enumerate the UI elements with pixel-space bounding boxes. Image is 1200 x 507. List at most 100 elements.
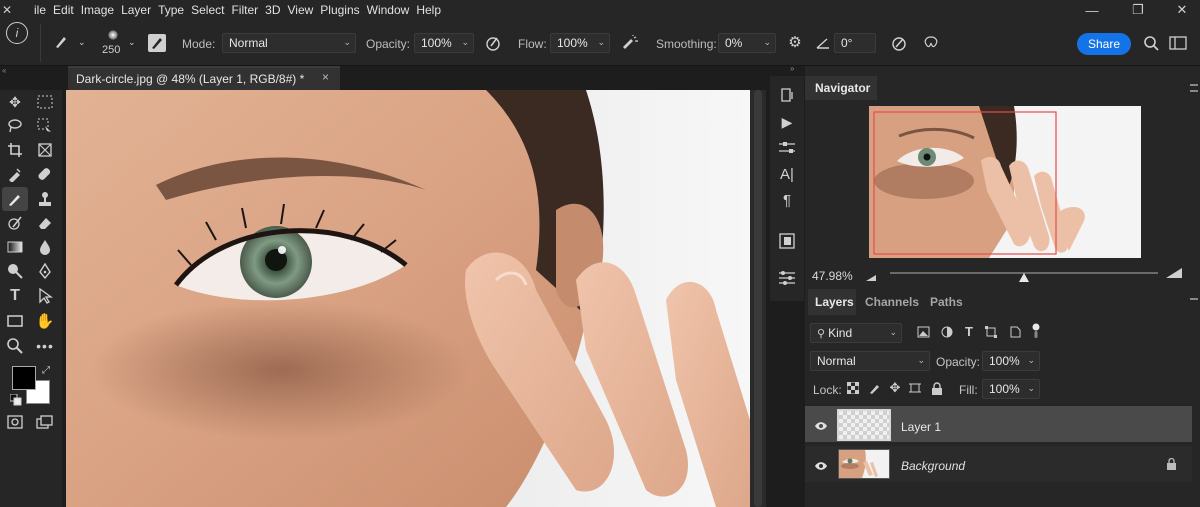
search-icon[interactable]: [1142, 35, 1160, 53]
play-actions-icon[interactable]: ▶: [778, 114, 796, 132]
lasso-tool-icon[interactable]: [4, 116, 26, 136]
lock-artboard-icon[interactable]: [908, 382, 922, 396]
restore-icon[interactable]: ❐: [1120, 0, 1156, 20]
foreground-color-swatch[interactable]: [12, 366, 36, 390]
lock-transparent-icon[interactable]: [846, 381, 860, 396]
menu-3d[interactable]: 3D: [265, 3, 287, 17]
zoom-tool-icon[interactable]: [4, 336, 26, 356]
eye-icon[interactable]: [814, 420, 828, 430]
eyedropper-tool-icon[interactable]: [4, 164, 26, 184]
menu-layer[interactable]: Layer: [121, 3, 158, 17]
screen-mode-icon[interactable]: [34, 412, 56, 432]
brush-settings-icon[interactable]: [148, 34, 166, 52]
default-colors-icon[interactable]: [9, 393, 22, 406]
menu-help[interactable]: Help: [416, 3, 448, 17]
zoom-out-icon[interactable]: [866, 270, 878, 281]
type-tool-icon[interactable]: T: [4, 286, 26, 306]
path-selection-tool-icon[interactable]: [34, 286, 56, 306]
document-tab[interactable]: Dark-circle.jpg @ 48% (Layer 1, RGB/8#) …: [68, 66, 340, 90]
filter-shape-icon[interactable]: [984, 326, 998, 340]
hand-tool-icon[interactable]: ✋: [34, 311, 56, 331]
menu-file[interactable]: ile: [34, 3, 53, 17]
clone-stamp-tool-icon[interactable]: [34, 189, 56, 209]
close-window-icon[interactable]: ✕: [1164, 0, 1200, 20]
brush-tool-icon[interactable]: [52, 34, 70, 52]
opacity-field[interactable]: 100% ⌄: [414, 33, 474, 53]
canvas-scrollbar[interactable]: [750, 90, 766, 507]
filter-pixel-icon[interactable]: [916, 326, 930, 340]
character-icon[interactable]: A|: [778, 166, 796, 184]
layer-name[interactable]: Layer 1: [901, 420, 941, 434]
pen-tool-icon[interactable]: [34, 261, 56, 281]
share-button[interactable]: Share: [1077, 33, 1131, 55]
app-close-icon[interactable]: ✕: [2, 3, 18, 17]
tab-channels[interactable]: Channels: [865, 295, 919, 309]
menu-image[interactable]: Image: [81, 3, 121, 17]
layer-filter-select[interactable]: ⚲ Kind ⌄: [810, 323, 902, 343]
panel-menu-icon[interactable]: [1190, 84, 1198, 92]
history-brush-tool-icon[interactable]: [4, 213, 26, 233]
eraser-tool-icon[interactable]: [34, 213, 56, 233]
brush-tool-icon[interactable]: [4, 189, 26, 209]
object-select-tool-icon[interactable]: [34, 116, 56, 136]
eye-icon[interactable]: [814, 460, 828, 470]
menu-type[interactable]: Type: [158, 3, 191, 17]
blend-mode-select[interactable]: Normal ⌄: [810, 351, 930, 371]
gear-icon[interactable]: ⚙: [786, 35, 804, 50]
lock-all-icon[interactable]: [930, 382, 944, 397]
minimize-icon[interactable]: —: [1074, 0, 1110, 20]
filter-type-icon[interactable]: T: [962, 325, 976, 338]
more-tools-icon[interactable]: •••: [34, 336, 56, 356]
layer-opacity-field[interactable]: 100% ⌄: [982, 351, 1040, 371]
zoom-percent[interactable]: 47.98%: [812, 269, 853, 283]
tab-layers[interactable]: Layers: [815, 295, 854, 309]
menu-select[interactable]: Select: [191, 3, 231, 17]
filter-smart-object-icon[interactable]: [1008, 326, 1022, 340]
home-info-icon[interactable]: i: [6, 22, 28, 44]
collapse-left-icon[interactable]: «: [2, 66, 16, 76]
collapse-right-icon[interactable]: »: [790, 64, 804, 74]
zoom-slider-thumb[interactable]: [1019, 273, 1029, 282]
lock-pixels-icon[interactable]: [868, 382, 882, 396]
libraries-icon[interactable]: [778, 232, 796, 250]
angle-field[interactable]: 0°: [834, 33, 876, 53]
dodge-tool-icon[interactable]: [4, 261, 26, 281]
gradient-tool-icon[interactable]: [4, 237, 26, 257]
close-tab-icon[interactable]: ×: [322, 70, 334, 84]
menu-filter[interactable]: Filter: [231, 3, 265, 17]
chevron-down-icon[interactable]: ⌄: [78, 38, 86, 47]
chevron-down-icon[interactable]: ⌄: [128, 38, 136, 47]
scrollbar-thumb[interactable]: [754, 90, 762, 507]
menu-view[interactable]: View: [287, 3, 320, 17]
pressure-size-icon[interactable]: [890, 35, 908, 53]
image-canvas[interactable]: [66, 90, 750, 507]
layer-name[interactable]: Background: [901, 459, 965, 473]
filter-toggle-icon[interactable]: [1032, 323, 1040, 339]
crop-tool-icon[interactable]: [4, 140, 26, 160]
lock-position-icon[interactable]: ✥: [888, 381, 902, 394]
menu-plugins[interactable]: Plugins: [320, 3, 366, 17]
filter-adjustment-icon[interactable]: [940, 326, 954, 340]
smoothing-field[interactable]: 0% ⌄: [718, 33, 776, 53]
navigator-thumbnail[interactable]: [869, 106, 1141, 258]
menu-edit[interactable]: Edit: [53, 3, 81, 17]
menu-window[interactable]: Window: [367, 3, 417, 17]
pressure-opacity-icon[interactable]: [484, 35, 502, 53]
mode-select[interactable]: Normal ⌄: [222, 33, 356, 53]
navigator-tab[interactable]: Navigator: [805, 76, 877, 100]
layer-thumbnail-photo[interactable]: [838, 449, 890, 479]
zoom-in-icon[interactable]: [1166, 266, 1184, 280]
paragraph-icon[interactable]: ¶: [778, 192, 796, 210]
move-tool-icon[interactable]: ✥: [4, 92, 26, 112]
marquee-tool-icon[interactable]: [34, 92, 56, 112]
adjustments-icon[interactable]: [778, 140, 796, 158]
symmetry-icon[interactable]: [922, 35, 940, 53]
panel-menu-icon[interactable]: [1190, 298, 1198, 304]
workspace-layout-icon[interactable]: [1168, 35, 1188, 53]
frame-tool-icon[interactable]: [34, 140, 56, 160]
airbrush-icon[interactable]: [620, 35, 640, 53]
healing-brush-tool-icon[interactable]: [34, 164, 56, 184]
properties-icon[interactable]: [778, 270, 796, 288]
swap-colors-icon[interactable]: ⤢: [42, 365, 54, 377]
fill-field[interactable]: 100% ⌄: [982, 379, 1040, 399]
